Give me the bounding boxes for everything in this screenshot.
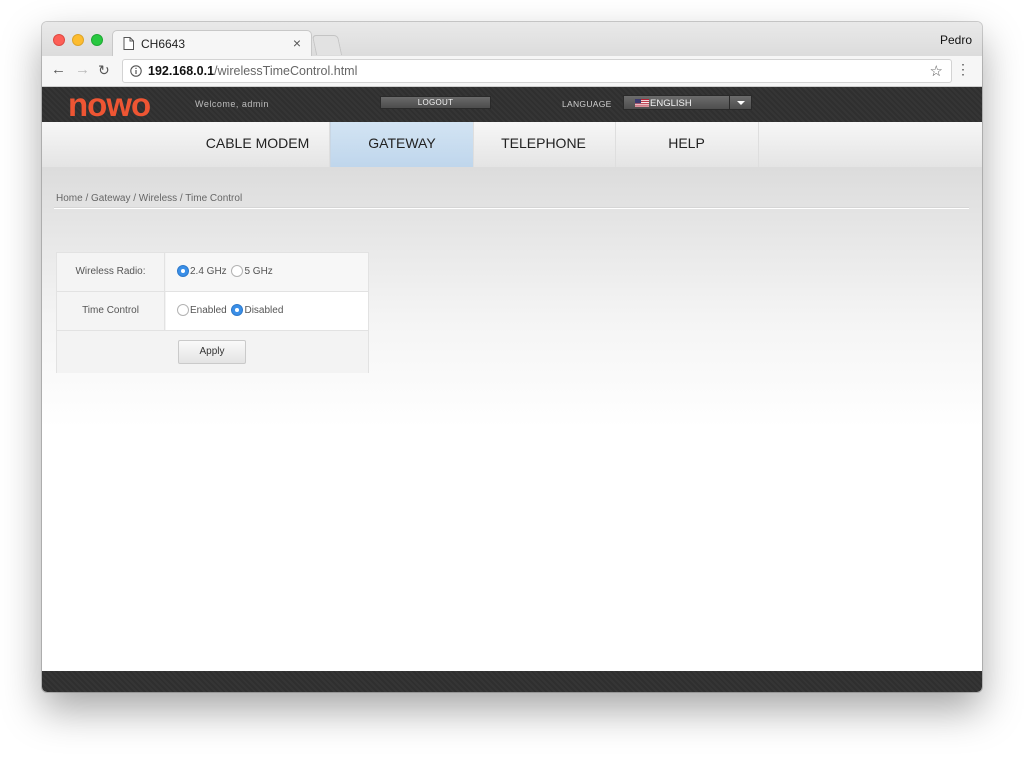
time-control-form: Wireless Radio: 2.4 GHz 5 GHz Time Contr…: [56, 252, 369, 373]
time-control-label: Time Control: [57, 292, 165, 330]
nav-telephone[interactable]: TELEPHONE: [472, 122, 616, 167]
wireless-radio-cell: 2.4 GHz 5 GHz: [166, 253, 368, 291]
welcome-text: Welcome, admin: [195, 99, 269, 109]
profile-name[interactable]: Pedro: [940, 33, 972, 47]
breadcrumb: Home / Gateway / Wireless / Time Control: [56, 193, 243, 204]
radio-enabled[interactable]: [177, 304, 189, 316]
url-text: 192.168.0.1/wirelessTimeControl.html: [148, 64, 357, 78]
forward-arrow-icon[interactable]: →: [75, 61, 90, 78]
time-control-row: Time Control Enabled Disabled: [57, 292, 368, 331]
content-area: [42, 167, 982, 692]
reload-icon[interactable]: ↻: [98, 62, 110, 79]
browser-tab[interactable]: CH6643 ×: [112, 30, 312, 57]
chevron-down-icon[interactable]: [729, 96, 751, 109]
minimize-window-icon[interactable]: [72, 34, 84, 46]
radio-disabled[interactable]: [231, 304, 244, 316]
time-control-radio-group: Enabled Disabled: [177, 304, 285, 316]
wireless-radio-label: Wireless Radio:: [57, 253, 165, 291]
apply-button[interactable]: Apply: [178, 340, 246, 364]
fullscreen-window-icon[interactable]: [91, 34, 103, 46]
language-select[interactable]: ENGLISH: [623, 95, 752, 110]
close-window-icon[interactable]: [53, 34, 65, 46]
page-icon: [123, 37, 134, 50]
apply-cell: Apply: [57, 331, 368, 373]
logout-button[interactable]: LOGOUT: [380, 96, 491, 109]
browser-window: CH6643 × Pedro ← → ↻ 192.168.0.1/wireles…: [42, 22, 982, 692]
address-bar[interactable]: 192.168.0.1/wirelessTimeControl.html ☆: [122, 59, 952, 83]
url-path: /wirelessTimeControl.html: [214, 64, 358, 78]
radio-2-4-ghz[interactable]: [177, 265, 189, 277]
back-arrow-icon[interactable]: ←: [51, 61, 66, 78]
wireless-radio-row: Wireless Radio: 2.4 GHz 5 GHz: [57, 253, 368, 292]
menu-icon[interactable]: ⋮: [956, 62, 970, 76]
router-footer: [42, 671, 982, 692]
nav-cable-modem[interactable]: CABLE MODEM: [186, 122, 330, 167]
address-toolbar: ← → ↻ 192.168.0.1/wirelessTimeControl.ht…: [42, 56, 982, 87]
radio-2-4-ghz-label[interactable]: 2.4 GHz: [190, 266, 227, 277]
radio-disabled-label[interactable]: Disabled: [244, 305, 283, 316]
tab-close-icon[interactable]: ×: [293, 35, 301, 51]
radio-5-ghz-label[interactable]: 5 GHz: [244, 266, 272, 277]
nav-gateway[interactable]: GATEWAY: [330, 122, 474, 167]
router-topbar: nowo Welcome, admin LOGOUT LANGUAGE ENGL…: [42, 87, 982, 122]
apply-row: Apply: [57, 331, 368, 373]
tab-title: CH6643: [141, 37, 186, 51]
url-host: 192.168.0.1: [148, 64, 215, 78]
radio-enabled-label[interactable]: Enabled: [190, 305, 227, 316]
time-control-cell: Enabled Disabled: [166, 292, 368, 330]
info-icon[interactable]: [130, 65, 142, 77]
wireless-radio-group: 2.4 GHz 5 GHz: [177, 265, 275, 277]
tab-strip: CH6643 × Pedro: [42, 22, 982, 57]
language-label: LANGUAGE: [562, 99, 612, 109]
radio-5-ghz[interactable]: [231, 265, 244, 277]
star-icon[interactable]: ☆: [930, 62, 943, 80]
us-flag-icon: [635, 99, 649, 107]
nowo-logo[interactable]: nowo: [68, 87, 151, 122]
breadcrumb-divider: [54, 208, 969, 209]
language-value: ENGLISH: [650, 98, 692, 109]
router-page: nowo Welcome, admin LOGOUT LANGUAGE ENGL…: [42, 87, 982, 692]
nav-help[interactable]: HELP: [615, 122, 759, 167]
main-nav: CABLE MODEM GATEWAY TELEPHONE HELP: [42, 122, 982, 167]
new-tab-button[interactable]: [311, 35, 343, 55]
